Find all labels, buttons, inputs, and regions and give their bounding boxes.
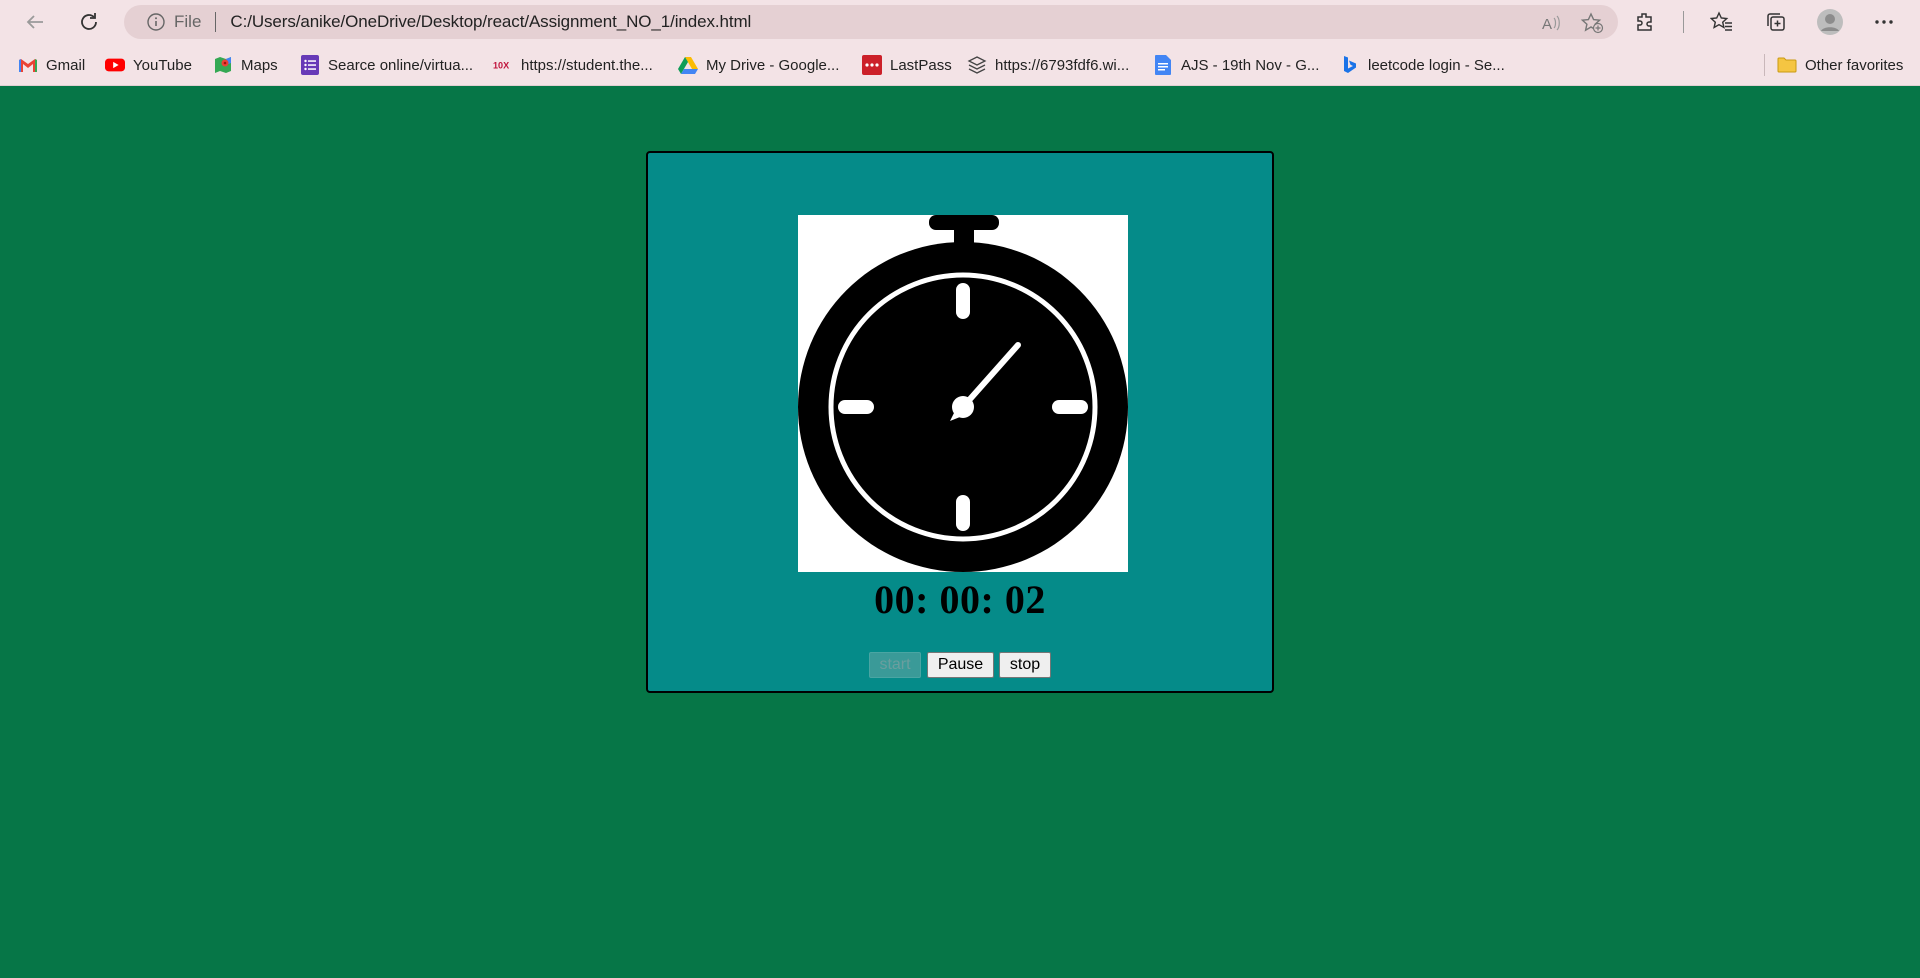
url-text[interactable]: C:/Users/anike/OneDrive/Desktop/react/As… xyxy=(230,12,751,32)
bookmark-gmail[interactable]: Gmail xyxy=(18,54,85,76)
layers-icon xyxy=(967,55,987,75)
bookmark-label: https://student.the... xyxy=(521,56,653,74)
lastpass-icon xyxy=(862,55,882,75)
bookmark-label: Maps xyxy=(241,56,278,74)
bookmark-youtube[interactable]: YouTube xyxy=(105,54,192,76)
stopwatch-image xyxy=(798,215,1128,572)
bookmark-leetcode[interactable]: leetcode login - Se... xyxy=(1340,54,1505,76)
bookmark-label: LastPass xyxy=(890,56,952,74)
bookmark-searce[interactable]: Searce online/virtua... xyxy=(300,54,473,76)
bookmark-wix[interactable]: https://6793fdf6.wi... xyxy=(967,54,1129,76)
folder-icon xyxy=(1777,55,1797,75)
bookmark-maps[interactable]: Maps xyxy=(213,54,278,76)
bookmarks-divider xyxy=(1764,54,1765,76)
bookmark-label: Gmail xyxy=(46,56,86,74)
bookmark-label: AJS - 19th Nov - G... xyxy=(1181,56,1320,74)
back-button[interactable] xyxy=(19,7,51,37)
bing-icon xyxy=(1340,55,1360,75)
extensions-icon[interactable] xyxy=(1629,7,1661,37)
bookmark-label: https://6793fdf6.wi... xyxy=(995,56,1130,74)
bookmark-lastpass[interactable]: LastPass xyxy=(862,54,952,76)
profile-avatar-icon[interactable] xyxy=(1814,7,1846,37)
toolbar-actions xyxy=(1607,7,1900,37)
address-bar[interactable]: File C:/Users/anike/OneDrive/Desktop/rea… xyxy=(124,5,1618,39)
pause-button[interactable]: Pause xyxy=(927,652,994,678)
bookmark-label: YouTube xyxy=(133,56,192,74)
bookmark-label: Searce online/virtua... xyxy=(328,56,474,74)
read-aloud-icon[interactable]: A xyxy=(1540,12,1562,39)
add-favorite-icon[interactable] xyxy=(1580,12,1604,39)
refresh-icon xyxy=(81,13,97,30)
form-icon xyxy=(300,55,320,75)
toolbar-divider xyxy=(1683,11,1684,33)
youtube-icon xyxy=(105,55,125,75)
refresh-button[interactable] xyxy=(73,7,105,37)
browser-toolbar: File C:/Users/anike/OneDrive/Desktop/rea… xyxy=(0,0,1920,44)
favorites-icon[interactable] xyxy=(1706,7,1738,37)
svg-text:A: A xyxy=(1542,16,1552,33)
address-separator xyxy=(215,12,217,32)
back-arrow-icon xyxy=(26,15,43,29)
start-button[interactable]: start xyxy=(869,652,921,678)
bookmark-drive[interactable]: My Drive - Google... xyxy=(678,54,839,76)
bookmark-label: leetcode login - Se... xyxy=(1368,56,1505,74)
other-favorites[interactable]: Other favorites xyxy=(1777,54,1903,76)
other-favorites-label: Other favorites xyxy=(1805,56,1904,74)
drive-icon xyxy=(678,55,698,75)
collections-icon[interactable] xyxy=(1760,7,1792,37)
more-menu-icon[interactable] xyxy=(1868,7,1900,37)
bookmarks-bar: Gmail YouTube Maps Searce online/virtua.… xyxy=(0,44,1920,86)
maps-icon xyxy=(213,55,233,75)
timer-display: 00: 00: 02 xyxy=(874,577,1046,622)
scheme-label: File xyxy=(174,12,202,31)
bookmark-student[interactable]: 10X https://student.the... xyxy=(493,54,653,76)
bookmark-ajs-doc[interactable]: AJS - 19th Nov - G... xyxy=(1153,54,1319,76)
gmail-icon xyxy=(18,55,38,75)
stopwatch-icon xyxy=(798,215,1128,572)
svg-text:10X: 10X xyxy=(493,61,509,71)
info-icon[interactable] xyxy=(146,12,166,32)
stop-button[interactable]: stop xyxy=(999,652,1051,678)
docs-icon xyxy=(1153,55,1173,75)
site-icon: 10X xyxy=(493,55,513,75)
bookmark-label: My Drive - Google... xyxy=(706,56,840,74)
